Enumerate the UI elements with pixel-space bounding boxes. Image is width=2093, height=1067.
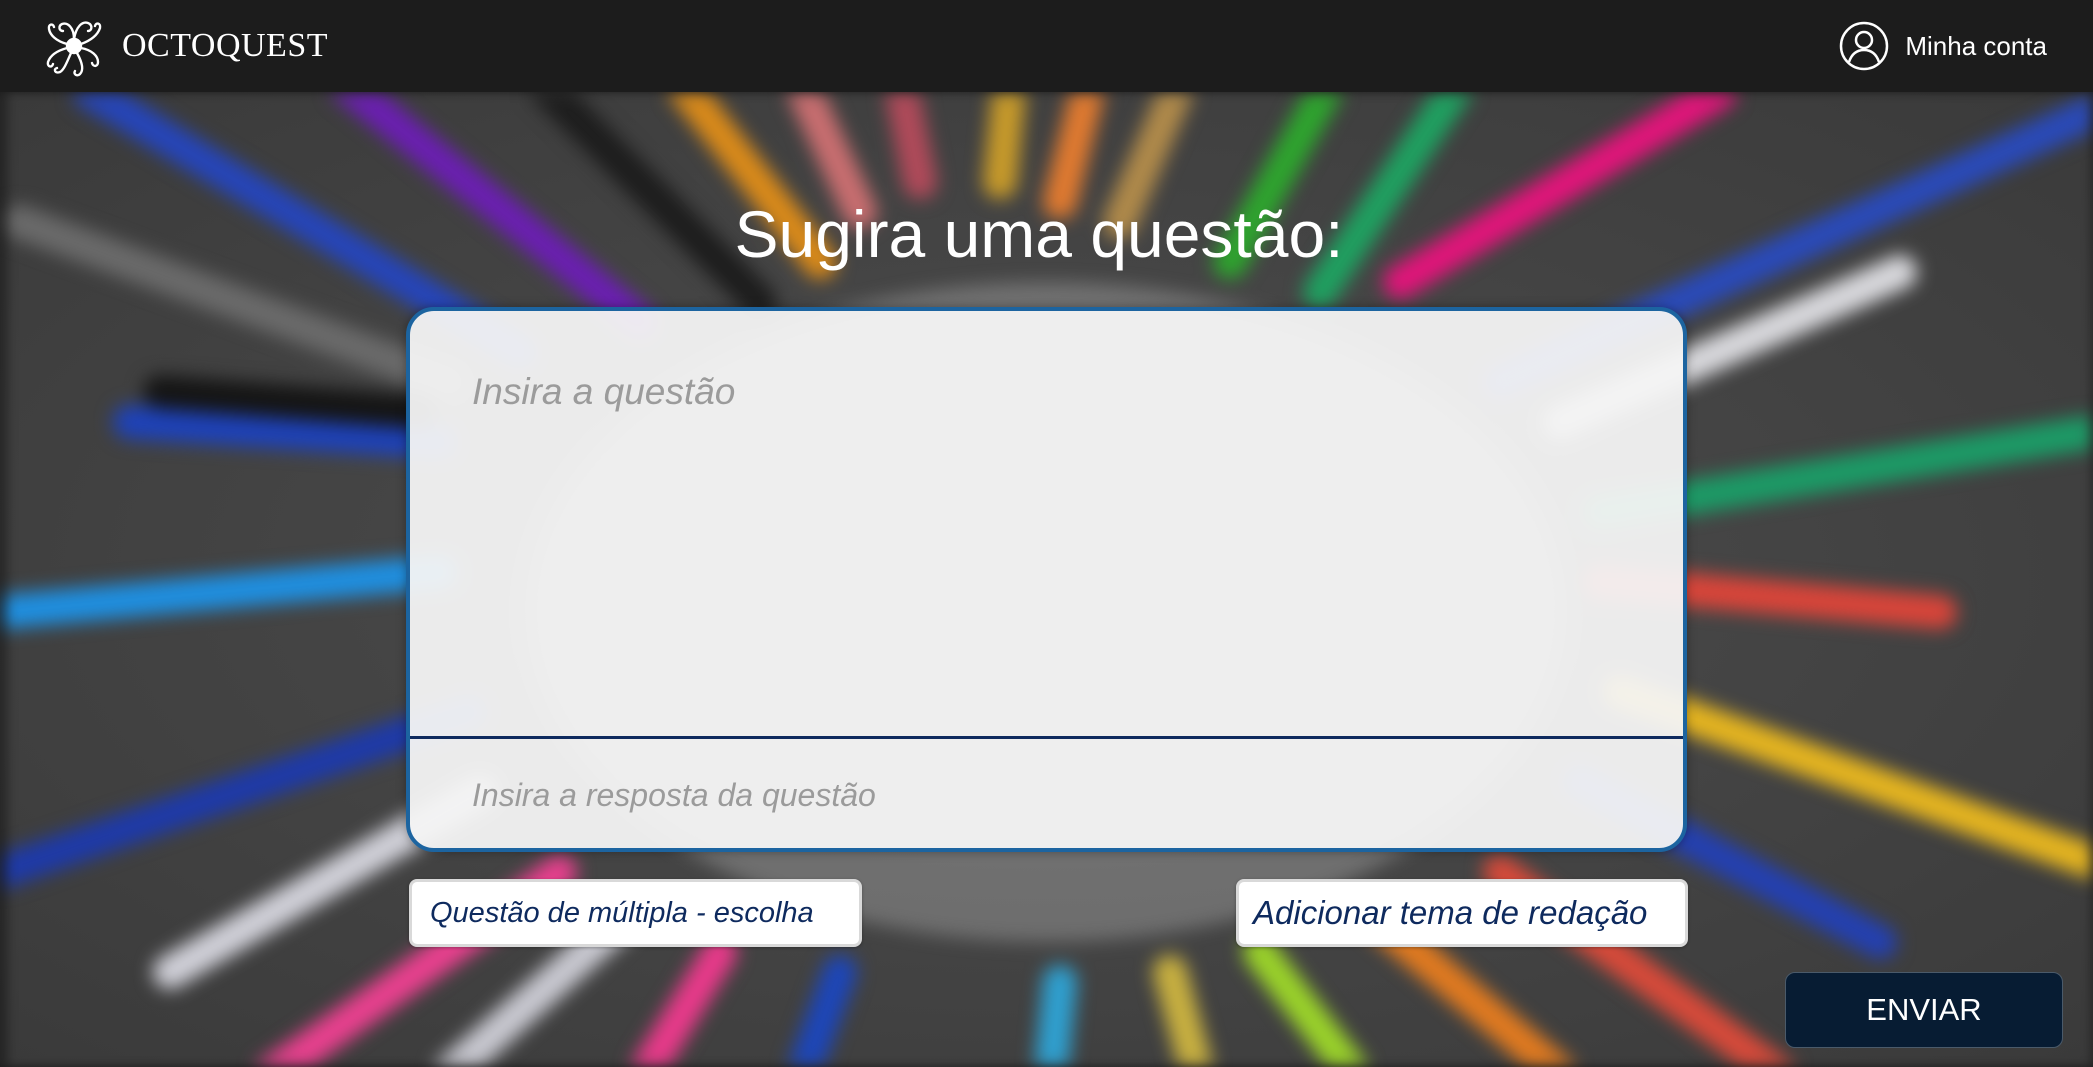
add-essay-theme-button[interactable]: Adicionar tema de redação (1236, 879, 1688, 947)
question-form-card (406, 307, 1687, 852)
my-account-label: Minha conta (1905, 30, 2047, 61)
top-navigation-bar: OCTOQUEST Minha conta (0, 0, 2093, 92)
brand-home-link[interactable]: OCTOQUEST (38, 10, 328, 82)
my-account-button[interactable]: Minha conta (1839, 21, 2047, 71)
submit-button[interactable]: ENVIAR (1785, 972, 2063, 1048)
question-input[interactable] (410, 311, 1683, 736)
brand-name: OCTOQUEST (122, 27, 328, 64)
octopus-logo-icon (46, 21, 102, 77)
page-title: Sugira uma questão: (734, 197, 1344, 271)
multiple-choice-button[interactable]: Questão de múltipla - escolha (409, 879, 862, 947)
answer-input[interactable] (410, 739, 1683, 848)
user-account-icon (1840, 21, 1889, 71)
